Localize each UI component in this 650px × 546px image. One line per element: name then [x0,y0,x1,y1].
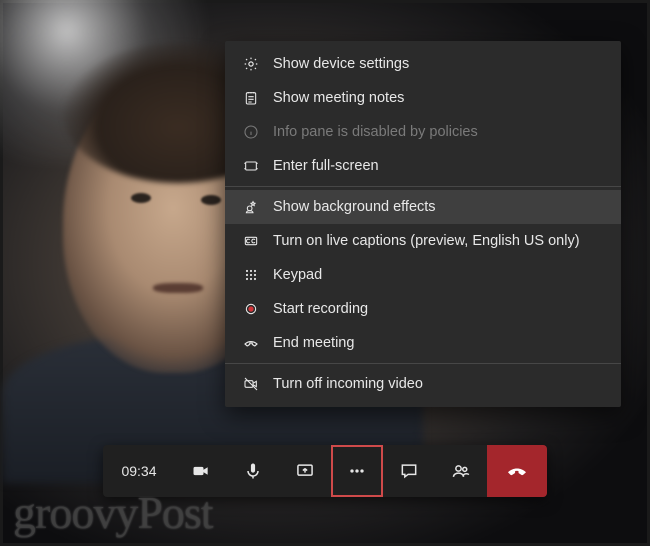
participant-eye [131,193,151,203]
menu-item-start-recording[interactable]: Start recording [225,292,621,326]
menu-item-label: Show background effects [273,199,436,215]
share-screen-button[interactable] [279,445,331,497]
menu-item-info-pane-disabled: Info pane is disabled by policies [225,115,621,149]
menu-item-label: Show device settings [273,56,409,72]
menu-item-label: Turn on live captions (preview, English … [273,233,580,249]
camera-button[interactable] [175,445,227,497]
menu-item-background-effects[interactable]: Show background effects [225,190,621,224]
background-effects-icon [243,199,259,215]
menu-item-fullscreen[interactable]: Enter full-screen [225,149,621,183]
menu-item-label: Info pane is disabled by policies [273,124,478,140]
call-timer: 09:34 [103,445,175,497]
menu-item-end-meeting[interactable]: End meeting [225,326,621,360]
menu-item-meeting-notes[interactable]: Show meeting notes [225,81,621,115]
hangup-button[interactable] [487,445,547,497]
record-icon [243,301,259,317]
menu-item-label: Turn off incoming video [273,376,423,392]
menu-item-label: Show meeting notes [273,90,404,106]
call-toolbar: 09:34 [103,445,547,497]
captions-icon [243,233,259,249]
more-actions-button[interactable] [331,445,383,497]
menu-item-keypad[interactable]: Keypad [225,258,621,292]
fullscreen-icon [243,158,259,174]
info-icon [243,124,259,140]
video-call-window: Show device settings Show meeting notes … [0,0,650,546]
menu-item-label: Start recording [273,301,368,317]
microphone-button[interactable] [227,445,279,497]
menu-item-label: Keypad [273,267,322,283]
menu-separator [225,363,621,364]
menu-item-live-captions[interactable]: Turn on live captions (preview, English … [225,224,621,258]
menu-item-incoming-video-off[interactable]: Turn off incoming video [225,367,621,401]
keypad-icon [243,267,259,283]
menu-separator [225,186,621,187]
participant-eye [201,195,221,205]
gear-icon [243,56,259,72]
participants-button[interactable] [435,445,487,497]
end-call-icon [243,335,259,351]
chat-button[interactable] [383,445,435,497]
menu-item-label: End meeting [273,335,354,351]
notes-icon [243,90,259,106]
more-actions-menu: Show device settings Show meeting notes … [225,41,621,407]
menu-item-label: Enter full-screen [273,158,379,174]
participant-mouth [153,283,203,293]
video-off-icon [243,376,259,392]
menu-item-device-settings[interactable]: Show device settings [225,47,621,81]
